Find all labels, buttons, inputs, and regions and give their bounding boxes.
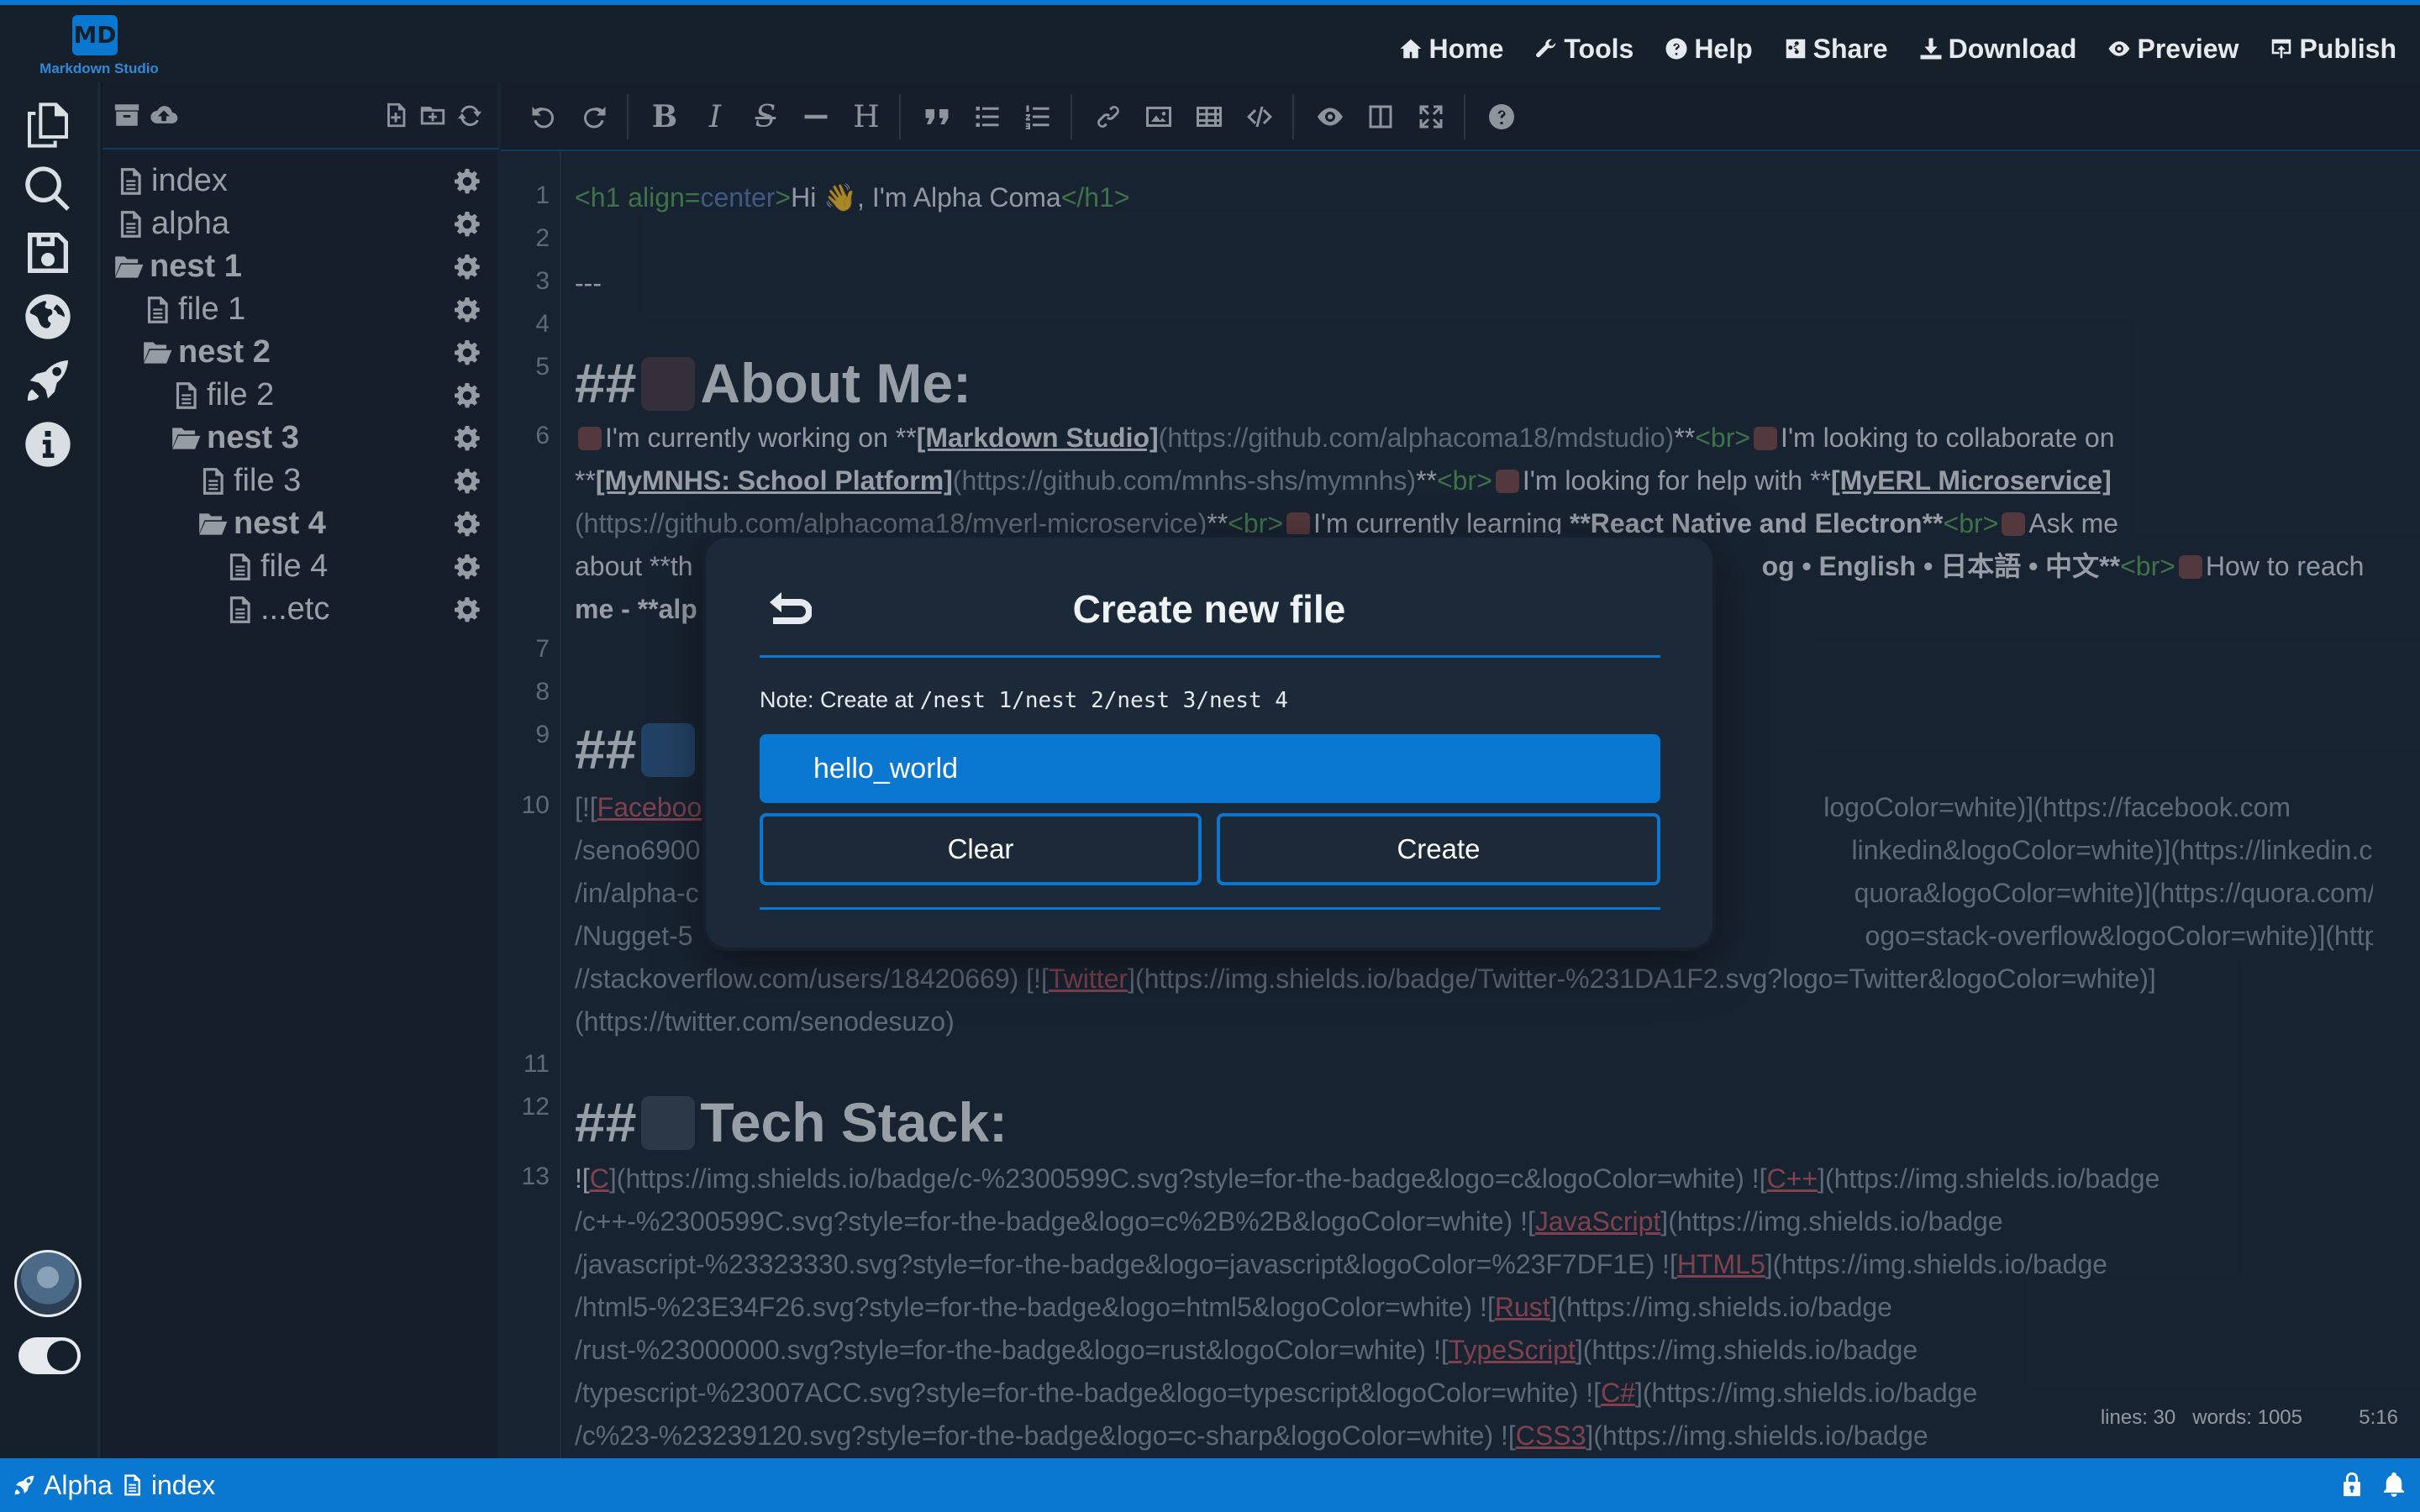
- help-circle-icon: [1665, 38, 1687, 60]
- download-icon: [1920, 38, 1942, 60]
- files-icon[interactable]: [17, 94, 79, 156]
- nav-home[interactable]: Home: [1385, 24, 1517, 74]
- top-nav: Home Tools Help Share Download Preview P…: [1385, 10, 2410, 87]
- note-path: /nest 1/nest 2/nest 3/nest 4: [919, 688, 1288, 713]
- status-bar: Alpha index: [0, 1458, 2420, 1512]
- clear-button[interactable]: Clear: [760, 813, 1202, 885]
- lock-icon[interactable]: [2338, 1470, 2366, 1499]
- globe-icon[interactable]: [17, 286, 79, 348]
- create-location-note: Note: Create at /nest 1/nest 2/nest 3/ne…: [760, 687, 1288, 713]
- workspace-name[interactable]: Alpha: [44, 1470, 113, 1501]
- logo-text: Markdown Studio: [39, 60, 159, 76]
- save-icon[interactable]: [17, 222, 79, 284]
- avatar[interactable]: [14, 1250, 82, 1317]
- nav-publish-label: Publish: [2299, 33, 2396, 64]
- rocket-icon[interactable]: [17, 349, 79, 412]
- eye-icon: [2108, 41, 2130, 56]
- title-divider: [760, 655, 1660, 658]
- logo-mark: MD: [72, 15, 118, 55]
- publish-icon: [2272, 39, 2291, 59]
- nav-help-label: Help: [1694, 33, 1753, 64]
- create-button[interactable]: Create: [1217, 813, 1660, 885]
- info-icon[interactable]: [17, 413, 79, 475]
- search-icon[interactable]: [17, 158, 79, 220]
- nav-tools[interactable]: Tools: [1520, 24, 1647, 74]
- top-bar: MD Markdown Studio Home Tools Help Share…: [0, 5, 2420, 82]
- nav-home-label: Home: [1428, 33, 1504, 64]
- filename-input[interactable]: [760, 734, 1660, 803]
- nav-publish[interactable]: Publish: [2255, 24, 2410, 74]
- nav-share[interactable]: Share: [1770, 24, 1902, 74]
- create-file-dialog: Create new file Note: Create at /nest 1/…: [706, 538, 1712, 948]
- theme-toggle[interactable]: [18, 1337, 81, 1374]
- nav-tools-label: Tools: [1564, 33, 1634, 64]
- nav-share-label: Share: [1812, 33, 1888, 64]
- dialog-title: Create new file: [1072, 587, 1346, 631]
- file-icon: [124, 1474, 140, 1496]
- nav-preview-label: Preview: [2137, 33, 2239, 64]
- nav-preview[interactable]: Preview: [2093, 24, 2252, 74]
- bell-icon[interactable]: [2380, 1470, 2408, 1499]
- status-right: [2338, 1470, 2408, 1499]
- wrench-icon: [1536, 39, 1556, 58]
- nav-help[interactable]: Help: [1650, 24, 1765, 74]
- home-icon: [1400, 39, 1422, 59]
- status-left: Alpha index: [12, 1458, 215, 1512]
- rocket-icon: [14, 1475, 34, 1495]
- share-icon: [1786, 39, 1805, 59]
- note-prefix: Note: Create at: [760, 687, 920, 712]
- app-logo[interactable]: MD Markdown Studio: [24, 10, 175, 81]
- current-file-name[interactable]: index: [151, 1470, 216, 1501]
- activity-bar: [0, 82, 97, 1512]
- nav-download[interactable]: Download: [1905, 24, 2091, 74]
- nav-download-label: Download: [1948, 33, 2077, 64]
- bottom-divider: [760, 907, 1660, 910]
